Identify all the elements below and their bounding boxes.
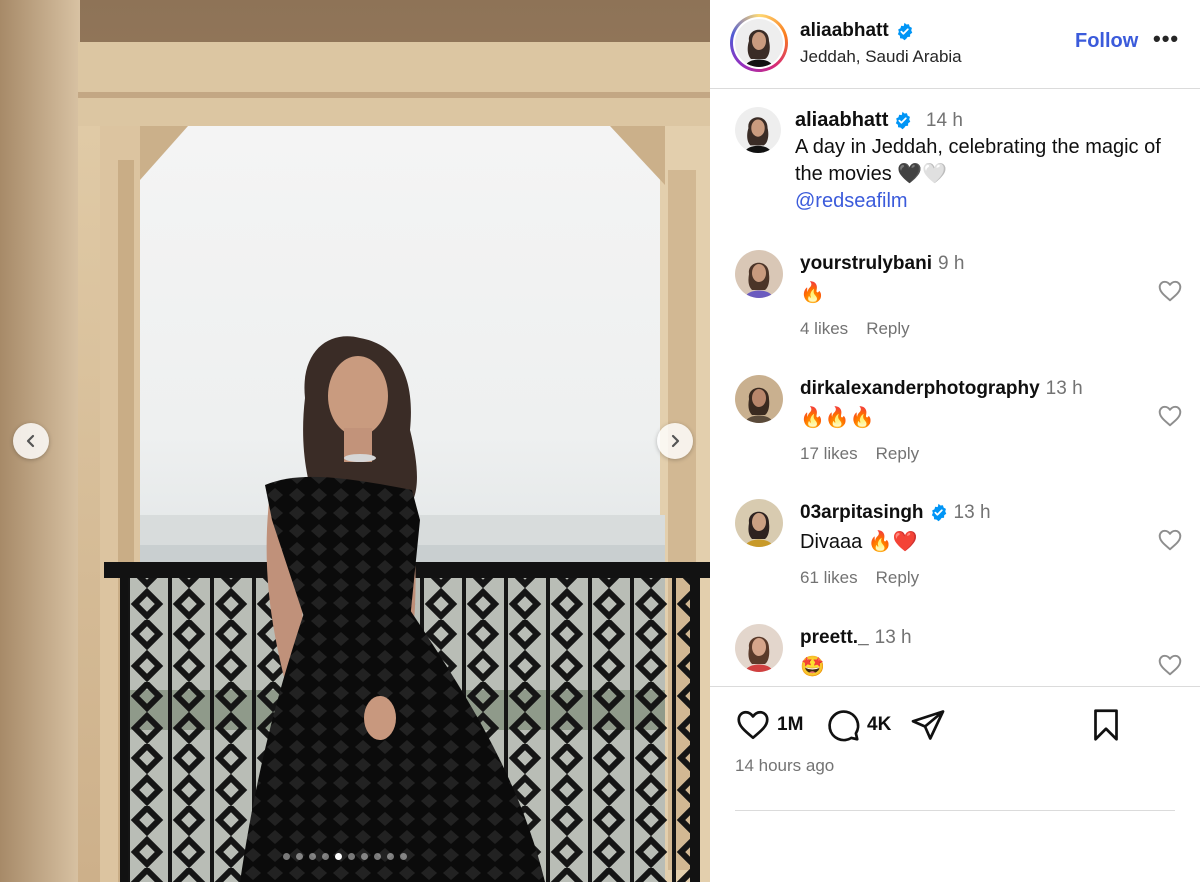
verified-badge-icon [896,111,911,130]
carousel-dot [296,853,303,860]
comment-count[interactable]: 4K [867,714,891,736]
caption-time: 14 h [925,110,963,131]
comment-time: 9 h [937,253,965,274]
commenter-avatar[interactable] [735,374,783,423]
reply-button[interactable]: Reply [876,568,919,587]
commenter-username[interactable]: 03arpitasingh [800,499,948,526]
caption-username[interactable]: aliaabhatt [795,107,912,134]
commenter-username-text[interactable]: 03arpitasingh [800,499,924,526]
commenter-username-text[interactable]: yourstrulybani [800,250,932,277]
post-header: aliaabhatt Jeddah, Saudi Arabia Follow •… [710,0,1200,89]
save-button[interactable] [1088,707,1124,743]
comment-likes[interactable]: 61 likes [800,568,858,587]
follow-button[interactable]: Follow [1075,30,1138,53]
chevron-right-icon [671,434,680,448]
comment-text: 🔥🔥🔥 [800,406,875,429]
commenter-avatar[interactable] [735,499,783,547]
comment-likes[interactable]: 4 likes [800,319,848,338]
commenter-username[interactable]: yourstrulybani [800,250,932,277]
commenter-avatar[interactable] [735,623,783,672]
previous-slide-button[interactable] [13,423,49,459]
post-media[interactable] [0,0,710,882]
post-side-panel: aliaabhatt Jeddah, Saudi Arabia Follow •… [710,0,1200,882]
posted-timestamp[interactable]: 14 hours ago [735,756,834,776]
carousel-dot [348,853,355,860]
comment-text: 🤩 [800,655,825,678]
carousel-indicator [283,853,407,860]
carousel-dot [322,853,329,860]
comment-text: Divaaa 🔥❤️ [800,531,918,553]
carousel-dot [283,853,290,860]
carousel-dot [361,853,368,860]
like-button[interactable]: 1M [735,707,803,743]
more-options-button[interactable]: ••• [1153,26,1179,52]
paper-plane-icon [911,710,945,740]
author-avatar [735,19,783,67]
commenter-username[interactable]: dirkalexanderphotography [800,375,1040,402]
comment-item: preett._ 13 h 🤩 [735,623,1190,687]
post-location[interactable]: Jeddah, Saudi Arabia [800,47,962,67]
commenter-username[interactable]: preett._ [800,624,869,651]
author-username[interactable]: aliaabhatt [800,20,914,42]
comment-time: 13 h [874,626,912,648]
comment-time: 13 h [953,502,991,523]
commenter-avatar[interactable] [735,250,783,298]
post-photo [0,0,710,882]
comment-likes[interactable]: 17 likes [800,444,858,463]
comment-like-heart-icon[interactable] [1157,403,1183,429]
comment-like-heart-icon[interactable] [1157,278,1183,304]
next-slide-button[interactable] [657,423,693,459]
verified-badge-icon [931,503,946,522]
reply-button[interactable]: Reply [876,444,919,463]
comment-like-heart-icon[interactable] [1157,527,1183,553]
comment-item: 03arpitasingh 13 h Divaaa 🔥❤️ 61 likes Reply [735,499,1190,599]
carousel-dot [387,853,394,860]
comment-like-heart-icon[interactable] [1157,652,1183,678]
share-button[interactable] [910,707,946,743]
comment-item: dirkalexanderphotography 13 h 🔥🔥🔥 17 likes R… [735,374,1190,475]
post-actions: 1M 4K 14 hours ago [710,686,1200,882]
caption-mention-link[interactable]: @redseafilm [795,188,1190,215]
commenter-username-text[interactable]: dirkalexanderphotography [800,375,1040,402]
caption-username-text[interactable]: aliaabhatt [795,107,888,134]
comment-bubble-icon [828,710,860,742]
bookmark-icon [1094,709,1118,741]
author-username-text[interactable]: aliaabhatt [800,20,889,42]
reply-button[interactable]: Reply [866,319,909,338]
carousel-dot [335,853,342,860]
divider [735,810,1175,811]
chevron-left-icon [26,434,35,448]
comment-text: 🔥 [800,282,825,304]
caption-text: A day in Jeddah, celebrating the magic o… [795,136,1161,185]
carousel-dot [309,853,316,860]
carousel-dot [400,853,407,860]
comment-button[interactable]: 4K [825,707,891,743]
commenter-username-text[interactable]: preett._ [800,624,869,651]
heart-icon [737,710,769,740]
comment-item: yourstrulybani 9 h 🔥 4 likes Reply [735,250,1190,350]
like-count[interactable]: 1M [777,714,803,736]
story-ring[interactable] [730,14,788,72]
comments-section[interactable]: aliaabhatt 14 h A day in Jeddah, celebra… [710,90,1200,686]
carousel-dot [374,853,381,860]
verified-badge-icon [897,22,912,40]
caption-avatar[interactable] [735,107,781,153]
comment-time: 13 h [1045,377,1083,399]
